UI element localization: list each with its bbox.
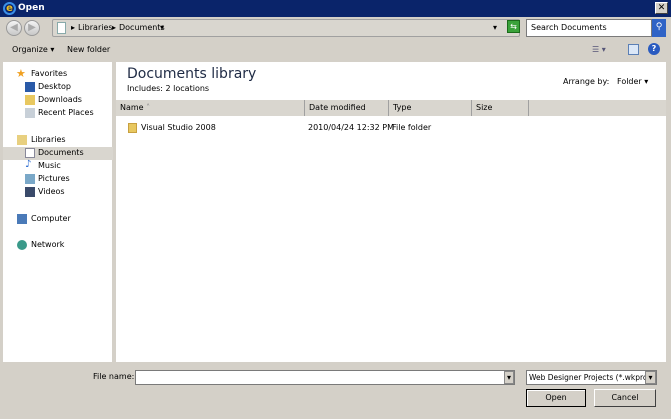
file-name-label: File name:: [93, 372, 135, 381]
file-date: 2010/04/24 12:32 PM: [308, 123, 394, 132]
sidebar-item-documents[interactable]: Documents: [3, 147, 113, 160]
sidebar-label: Downloads: [38, 95, 82, 104]
footer: File name: ▾ Web Designer Projects (*.wk…: [0, 362, 671, 419]
column-name[interactable]: Name ˄: [116, 100, 305, 116]
desktop-icon: [25, 82, 35, 92]
sidebar-item-videos[interactable]: Videos: [3, 186, 113, 199]
videos-icon: [25, 187, 35, 197]
organize-label: Organize: [12, 45, 48, 54]
library-title: Documents library: [127, 66, 257, 82]
network-icon: [17, 240, 27, 250]
sidebar-label: Network: [31, 240, 65, 249]
app-icon: e: [3, 2, 16, 15]
title-bar: e Open ✕: [0, 0, 671, 17]
sidebar-label: Computer: [31, 214, 71, 223]
table-row[interactable]: Visual Studio 2008 2010/04/24 12:32 PM F…: [116, 121, 666, 135]
sidebar-item-recent-places[interactable]: Recent Places: [3, 107, 113, 120]
organize-button[interactable]: Organize ▾: [12, 45, 54, 54]
arrange-by: Arrange by: Folder ▾: [563, 77, 649, 86]
sidebar-label: Pictures: [38, 174, 70, 183]
libraries-icon: [17, 135, 27, 145]
search-input[interactable]: Search Documents: [526, 19, 652, 37]
address-bar[interactable]: ▸ Libraries ▸ Documents ▾ ▾: [52, 19, 520, 37]
sort-ascending-icon: ˄: [146, 103, 151, 112]
open-button[interactable]: Open: [526, 389, 586, 407]
file-name-dropdown-icon[interactable]: ▾: [504, 371, 514, 384]
computer-icon: [17, 214, 27, 224]
column-headers: Name ˄ Date modified Type Size: [116, 100, 666, 116]
sidebar-label: Videos: [38, 187, 65, 196]
sidebar-item-libraries[interactable]: Libraries: [3, 134, 113, 147]
locations-link[interactable]: 2 locations: [166, 84, 210, 93]
new-folder-button[interactable]: New folder: [67, 45, 110, 54]
chevron-icon: ▸: [112, 23, 117, 32]
search-icon[interactable]: ⚲: [652, 19, 666, 37]
column-label: Name: [120, 103, 144, 112]
sidebar-label: Recent Places: [38, 108, 94, 117]
sidebar-item-music[interactable]: ♪ Music: [3, 159, 113, 173]
sidebar-label: Desktop: [38, 82, 71, 91]
close-button[interactable]: ✕: [655, 2, 668, 14]
sidebar-label: Libraries: [31, 135, 66, 144]
music-icon: ♪: [25, 159, 32, 170]
history-dropdown-icon[interactable]: ▾: [493, 23, 497, 32]
window-title: Open: [18, 3, 45, 13]
downloads-icon: [25, 95, 35, 105]
view-icon[interactable]: ☰ ▾: [592, 45, 606, 54]
file-name-input[interactable]: [135, 370, 515, 385]
star-icon: ★: [16, 67, 26, 80]
sidebar-label: Favorites: [31, 69, 68, 78]
back-button[interactable]: ◀: [6, 20, 22, 36]
sidebar-item-computer[interactable]: Computer: [3, 213, 113, 226]
navigation-pane: ★ Favorites Desktop Downloads Recent Plac…: [3, 62, 114, 362]
forward-button[interactable]: ▶: [24, 20, 40, 36]
includes-label: Includes:: [127, 84, 163, 93]
library-icon: [57, 22, 66, 34]
folder-icon: [128, 123, 137, 133]
sidebar-label: Music: [38, 161, 61, 170]
sidebar-item-downloads[interactable]: Downloads: [3, 94, 113, 107]
sidebar-item-pictures[interactable]: Pictures: [3, 173, 113, 186]
file-name: Visual Studio 2008: [141, 123, 216, 132]
help-icon[interactable]: ?: [648, 43, 660, 55]
cancel-button[interactable]: Cancel: [594, 389, 656, 407]
sidebar-label: Documents: [38, 148, 84, 157]
sidebar-item-desktop[interactable]: Desktop: [3, 81, 113, 94]
preview-pane-icon[interactable]: [628, 44, 639, 55]
refresh-button[interactable]: ⇆: [507, 20, 520, 33]
sidebar-item-network[interactable]: Network: [3, 239, 113, 252]
toolbar: Organize ▾ New folder ☰ ▾ ?: [0, 39, 671, 61]
file-type-filter[interactable]: Web Designer Projects (*.wkprc: [526, 370, 657, 385]
arrange-dropdown[interactable]: Folder: [617, 77, 642, 86]
chevron-down-icon[interactable]: ▾: [160, 23, 164, 32]
navigation-bar: ◀ ▶ ▸ Libraries ▸ Documents ▾ ▾ ⇆ Search…: [0, 17, 671, 39]
breadcrumb-libraries[interactable]: Libraries: [78, 23, 113, 32]
column-type[interactable]: Type: [389, 100, 472, 116]
chevron-icon: ▸: [71, 23, 76, 32]
includes-text: Includes: 2 locations: [127, 84, 209, 93]
file-type: File folder: [392, 123, 432, 132]
column-size[interactable]: Size: [472, 100, 529, 116]
sidebar-item-favorites[interactable]: ★ Favorites: [3, 67, 113, 81]
pictures-icon: [25, 174, 35, 184]
recent-places-icon: [25, 108, 35, 118]
file-list-pane: Documents library Includes: 2 locations …: [116, 62, 666, 362]
breadcrumb-documents[interactable]: Documents: [119, 23, 165, 32]
documents-icon: [25, 148, 35, 158]
column-date-modified[interactable]: Date modified: [305, 100, 389, 116]
arrange-label: Arrange by:: [563, 77, 610, 86]
filter-dropdown-icon[interactable]: ▾: [645, 371, 656, 384]
